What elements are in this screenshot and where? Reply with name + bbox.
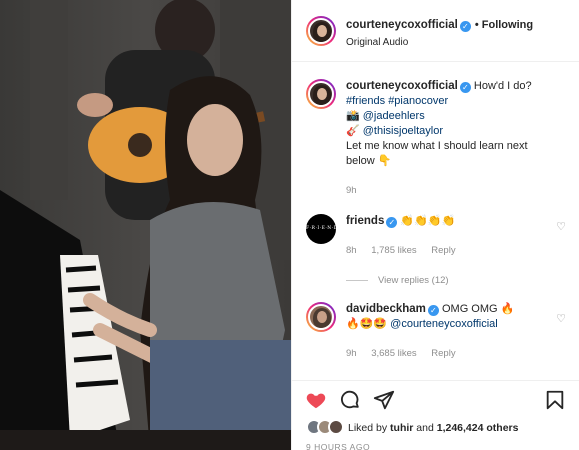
comment-text: 👏👏👏👏 [400, 215, 456, 227]
verified-badge-icon: ✓ [427, 305, 439, 316]
comment-text: OMG OMG 🔥 [441, 303, 515, 315]
heart-filled-icon[interactable] [305, 389, 327, 411]
comment-likes[interactable]: 3,685 likes [371, 348, 416, 359]
post-timestamp[interactable]: 9 HOURS AGO [306, 442, 370, 450]
liked-by-prefix: Liked by [348, 422, 388, 434]
comment-meta: 8h 1,785 likes Reply [346, 245, 468, 256]
comment-reply-button[interactable]: Reply [431, 245, 455, 256]
comment-text-emojis: 🔥🤩🤩 [346, 318, 388, 330]
caption-text: How'd I do? [473, 80, 532, 92]
caption-username[interactable]: courteneycoxofficial [346, 80, 458, 92]
video-frame-illustration [0, 0, 291, 450]
caption-avatar[interactable] [306, 79, 336, 109]
view-replies-button[interactable]: View replies (12) [346, 275, 449, 286]
view-replies-label: View replies (12) [378, 275, 449, 286]
guitar-emoji: 🎸 [346, 125, 360, 137]
verified-badge-icon: ✓ [386, 217, 398, 228]
comment-text-block: friends ✓ 👏👏👏👏 [346, 214, 551, 229]
comment-text-block: davidbeckham ✓ OMG OMG 🔥 🔥🤩🤩 @courteneyco… [346, 302, 551, 332]
mention-jadeehlers[interactable]: @jadeehlers [363, 110, 425, 122]
like-count[interactable]: 1,246,424 others [437, 422, 519, 434]
caption-line4: Let me know what I should learn next bel… [346, 140, 528, 167]
comment-meta: 9h 3,685 likes Reply [346, 348, 468, 359]
caption-time[interactable]: 9h [346, 185, 357, 196]
comment-icon[interactable] [339, 389, 361, 411]
comment-username[interactable]: davidbeckham [346, 303, 426, 315]
view-replies-divider [346, 279, 368, 281]
post-detail-panel: courteneycoxofficial ✓ • Following Origina… [291, 0, 579, 450]
liked-by-user[interactable]: tuhir [390, 422, 413, 434]
comment-time[interactable]: 9h [346, 348, 357, 359]
post-video[interactable] [0, 0, 291, 450]
bookmark-icon[interactable] [544, 389, 566, 411]
comment-like-heart-icon[interactable]: ♡ [556, 312, 566, 325]
friends-avatar[interactable]: F·R·I·E·N·D·S [306, 214, 343, 244]
liked-by-and: and [416, 422, 434, 434]
comment-davidbeckham: davidbeckham ✓ OMG OMG 🔥 🔥🤩🤩 @courteneyco… [306, 302, 566, 372]
caption-text-block: courteneycoxofficial ✓ How'd I do? #frien… [346, 79, 551, 169]
comments-section: courteneycoxofficial ✓ How'd I do? #frien… [292, 62, 579, 380]
post-actions: Liked by tuhir and 1,246,424 others 9 HO… [292, 380, 579, 450]
comment-time[interactable]: 8h [346, 245, 357, 256]
davidbeckham-avatar[interactable] [306, 302, 336, 332]
caption-meta: 9h [346, 185, 369, 196]
mention-courteneycoxofficial[interactable]: @courteneycoxofficial [390, 318, 498, 330]
verified-badge-icon: ✓ [459, 21, 471, 32]
post-header: courteneycoxofficial ✓ • Following Origina… [292, 0, 579, 62]
liker-avatar [328, 419, 344, 435]
paper-plane-icon[interactable] [373, 389, 395, 411]
point-down-emoji: 👇 [377, 155, 392, 167]
audio-label[interactable]: Original Audio [346, 37, 408, 48]
verified-badge-icon: ✓ [459, 82, 471, 93]
comment-likes[interactable]: 1,785 likes [371, 245, 416, 256]
following-status[interactable]: • Following [475, 19, 533, 31]
comment-username[interactable]: friends [346, 215, 384, 227]
liked-by-avatars [306, 419, 348, 435]
caption-hashtags[interactable]: #friends #pianocover [346, 95, 448, 107]
author-avatar[interactable] [306, 16, 336, 46]
author-name-row: courteneycoxofficial ✓ • Following [346, 19, 533, 32]
comment-like-heart-icon[interactable]: ♡ [556, 220, 566, 233]
camera-emoji: 📸 [346, 110, 360, 122]
mention-thisisjoeltaylor[interactable]: @thisisjoeltaylor [363, 125, 443, 137]
liked-by-text: Liked by tuhir and 1,246,424 others [348, 422, 518, 434]
caption-comment: courteneycoxofficial ✓ How'd I do? #frien… [306, 79, 566, 199]
comment-reply-button[interactable]: Reply [431, 348, 455, 359]
author-username[interactable]: courteneycoxofficial [346, 19, 458, 31]
